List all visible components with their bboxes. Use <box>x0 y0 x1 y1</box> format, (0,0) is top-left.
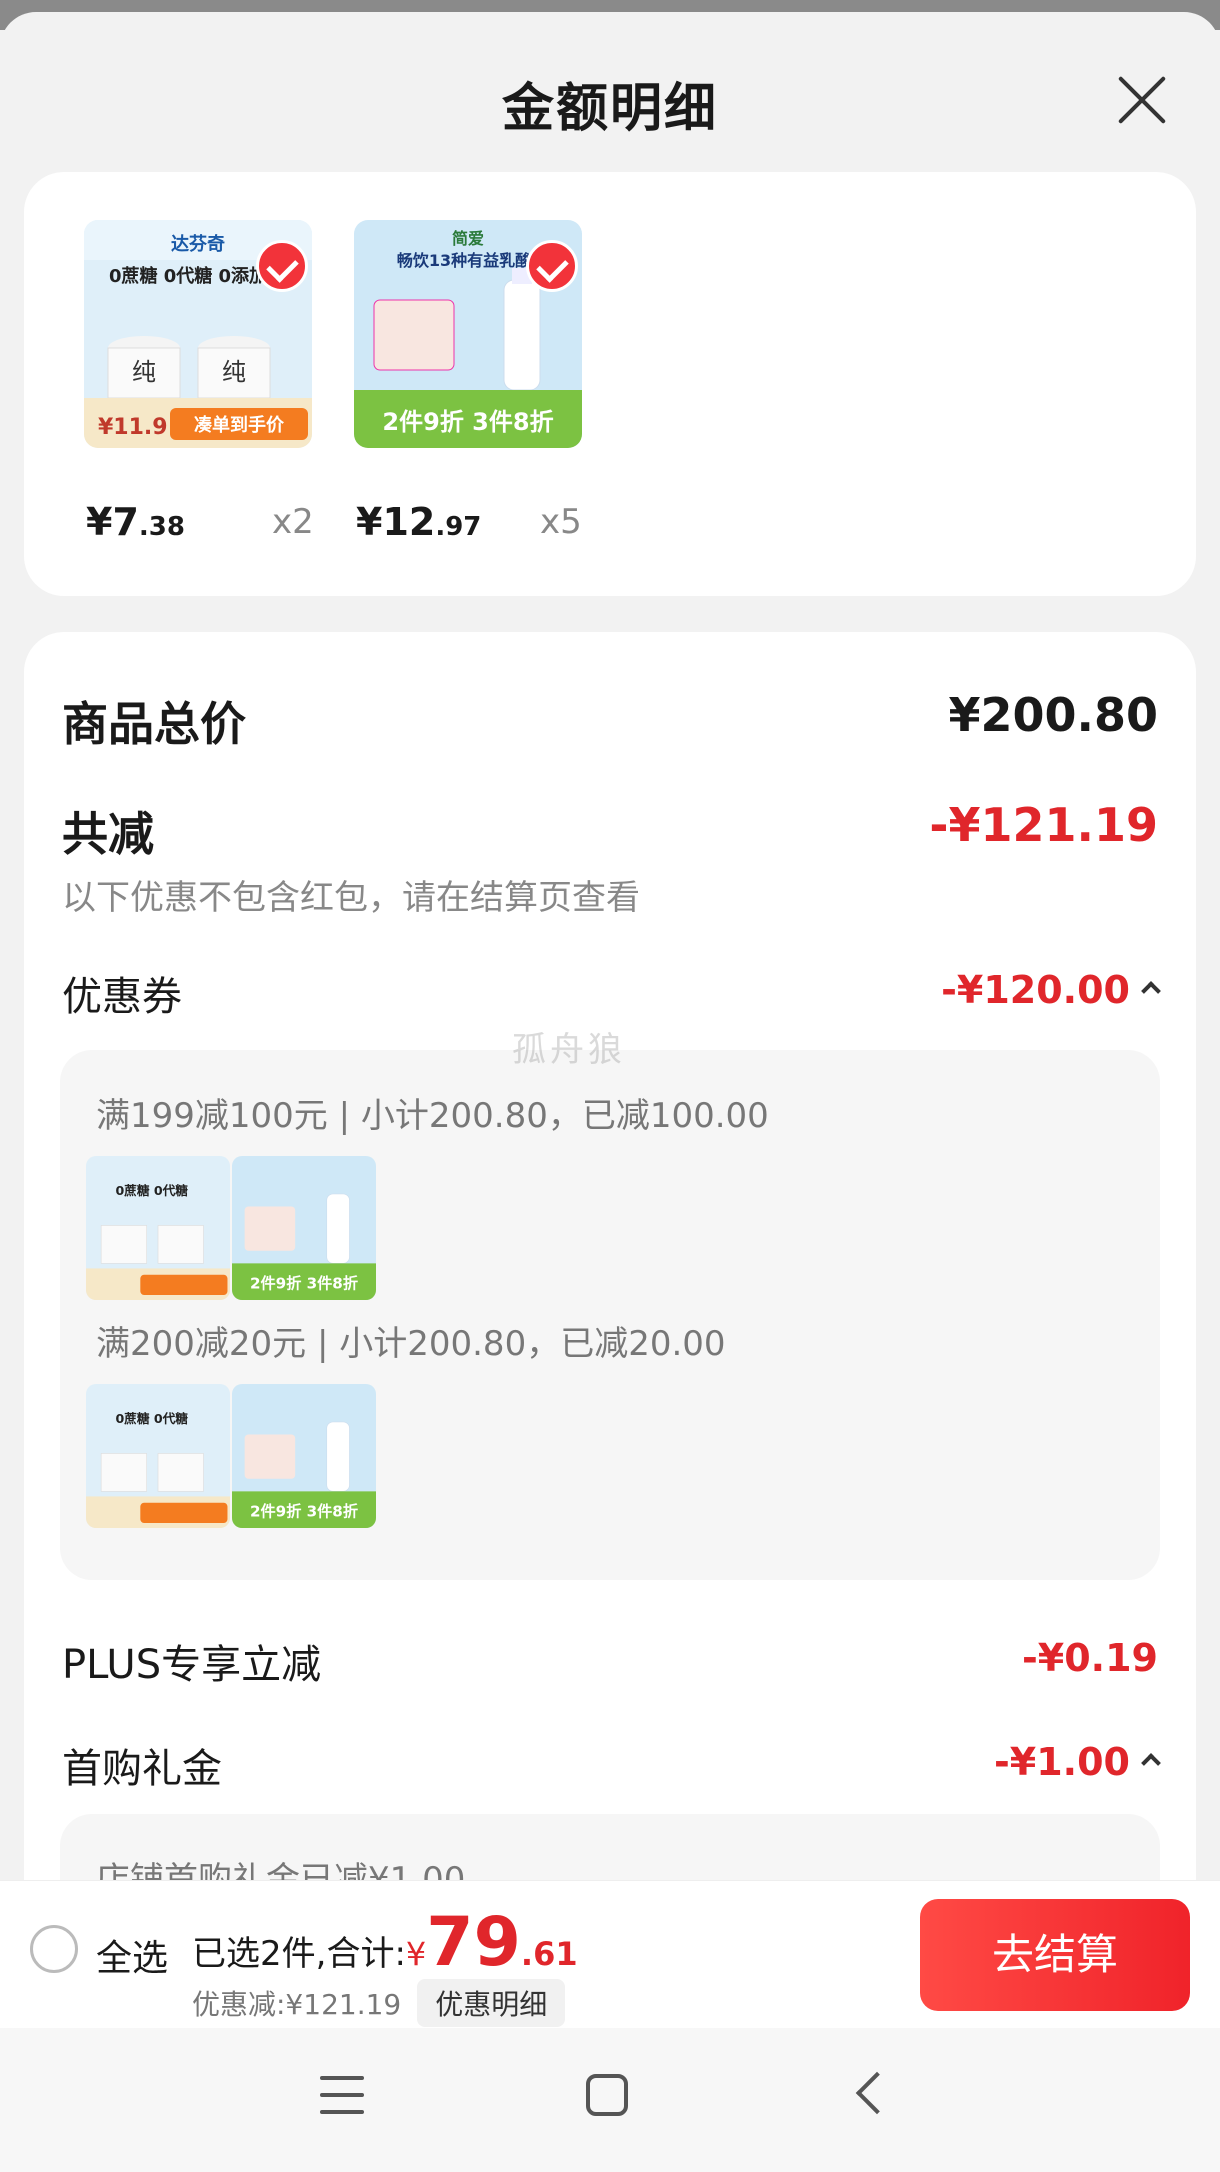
home-icon[interactable] <box>586 2074 628 2116</box>
selected-check-icon <box>256 240 308 292</box>
svg-text:¥11.9: ¥11.9 <box>98 415 168 440</box>
reduce-note: 以下优惠不包含红包，请在结算页查看 <box>62 878 640 918</box>
product-qty-2: x5 <box>540 502 582 542</box>
product-qty-1: x2 <box>272 502 314 542</box>
recent-apps-icon[interactable] <box>320 2076 364 2116</box>
coupon-product-thumb-yogurt-bottle: 2件9折 3件8折 <box>232 1156 376 1300</box>
coupon-row[interactable]: 优惠券 -¥120.00 <box>62 964 1161 1022</box>
svg-text:畅饮13种有益乳酸: 畅饮13种有益乳酸 <box>397 251 532 270</box>
svg-text:纯: 纯 <box>132 358 156 386</box>
svg-text:2件9折 3件8折: 2件9折 3件8折 <box>382 408 553 436</box>
checkout-bar: 全选 已选2件,合计:¥79.61 优惠减:¥121.19 优惠明细 去结算 <box>0 1880 1220 2028</box>
plus-discount-label: PLUS专享立减 <box>62 1642 322 1688</box>
total-reduce-row: 共减 -¥121.19 <box>62 798 1158 864</box>
coupon-product-thumb-yogurt-cups: 0蔗糖 0代糖 <box>86 1384 230 1528</box>
coupon-detail-2: 满200减20元 | 小计200.80，已减20.00 <box>96 1324 726 1364</box>
plus-discount-row: PLUS专享立减 -¥0.19 <box>62 1632 1158 1690</box>
product-image-yogurt-bottle: 简爱 畅饮13种有益乳酸 2件9折 3件8折 <box>354 220 582 448</box>
select-all-radio[interactable] <box>30 1925 78 1973</box>
svg-text:0蔗糖 0代糖 0添加: 0蔗糖 0代糖 0添加 <box>109 265 267 287</box>
watermark: 孤舟狼 <box>512 1030 626 1070</box>
sheet-header: 金额明细 <box>0 52 1220 152</box>
coupon-detail-box: 满199减100元 | 小计200.80，已减100.00 0蔗糖 0代糖 2件… <box>60 1050 1160 1580</box>
selected-total: 已选2件,合计:¥79.61 <box>192 1903 578 1982</box>
checkout-button[interactable]: 去结算 <box>920 1899 1190 2011</box>
svg-text:0蔗糖 0代糖: 0蔗糖 0代糖 <box>115 1183 188 1198</box>
first-purchase-gift-label: 首购礼金 <box>62 1746 222 1792</box>
chevron-up-icon[interactable] <box>1141 1752 1161 1773</box>
product-item-2[interactable]: 简爱 畅饮13种有益乳酸 2件9折 3件8折 <box>354 220 582 448</box>
svg-text:纯: 纯 <box>222 358 246 386</box>
coupon-product-thumb-yogurt-cups: 0蔗糖 0代糖 <box>86 1156 230 1300</box>
coupon-value: -¥120.00 <box>941 968 1161 1012</box>
product-price-2: ¥12.97 <box>356 500 482 544</box>
total-reduce-label: 共减 <box>62 807 154 861</box>
first-purchase-gift-row[interactable]: 首购礼金 -¥1.00 <box>62 1736 1161 1794</box>
svg-text:简爱: 简爱 <box>452 229 484 248</box>
product-item-1[interactable]: 达芬奇 0蔗糖 0代糖 0添加 纯 纯 凑单到手价 ¥11.9 <box>84 220 312 448</box>
amount-detail-sheet: 金额明细 达芬奇 0蔗糖 0代糖 0添加 纯 纯 凑单到手价 ¥11.9 ¥7.… <box>0 12 1220 2172</box>
coupon-product-thumb-yogurt-bottle: 2件9折 3件8折 <box>232 1384 376 1528</box>
selected-check-icon <box>526 240 578 292</box>
product-price-1: ¥7.38 <box>86 500 185 544</box>
coupon-detail-1: 满199减100元 | 小计200.80，已减100.00 <box>96 1096 769 1136</box>
svg-text:达芬奇: 达芬奇 <box>171 233 225 255</box>
svg-text:0蔗糖 0代糖: 0蔗糖 0代糖 <box>115 1411 188 1426</box>
total-price-value: ¥200.80 <box>948 688 1158 742</box>
total-reduce-value: -¥121.19 <box>929 798 1158 852</box>
select-all-label[interactable]: 全选 <box>96 1929 168 1981</box>
system-nav-bar <box>0 2028 1220 2172</box>
plus-discount-value: -¥0.19 <box>1022 1636 1158 1680</box>
svg-text:2件9折 3件8折: 2件9折 3件8折 <box>250 1275 358 1293</box>
chevron-up-icon[interactable] <box>1141 980 1161 1001</box>
discount-detail-button[interactable]: 优惠明细 <box>417 1979 566 2027</box>
coupon-label: 优惠券 <box>62 974 182 1020</box>
close-icon[interactable] <box>1114 72 1170 128</box>
total-price-label: 商品总价 <box>62 697 246 751</box>
back-icon[interactable] <box>855 2071 899 2115</box>
product-image-yogurt-cups: 达芬奇 0蔗糖 0代糖 0添加 纯 纯 凑单到手价 ¥11.9 <box>84 220 312 448</box>
page-title: 金额明细 <box>501 79 718 139</box>
first-purchase-gift-value: -¥1.00 <box>994 1740 1161 1784</box>
discount-summary: 优惠减:¥121.19 优惠明细 <box>192 1979 566 2027</box>
selected-products-card: 达芬奇 0蔗糖 0代糖 0添加 纯 纯 凑单到手价 ¥11.9 ¥7.38 x2 <box>24 172 1196 596</box>
svg-text:2件9折 3件8折: 2件9折 3件8折 <box>250 1503 358 1521</box>
total-price-row: 商品总价 ¥200.80 <box>62 688 1158 754</box>
svg-text:凑单到手价: 凑单到手价 <box>194 414 285 436</box>
